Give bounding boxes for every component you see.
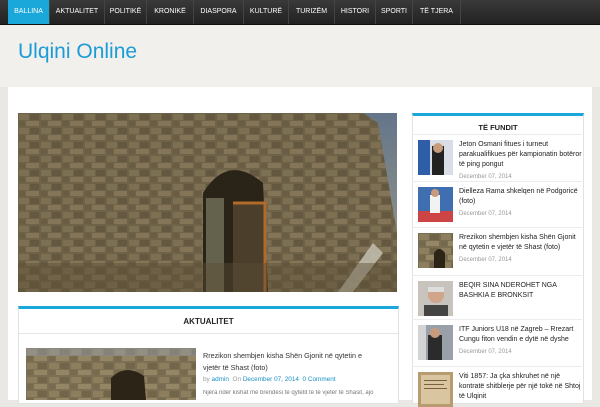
- nav-item-diaspora[interactable]: DIASPORA: [194, 0, 244, 24]
- site-title[interactable]: Ulqini Online: [18, 40, 137, 64]
- stone-ruin-thumbnail: [26, 348, 196, 400]
- post-title[interactable]: Viti 1857: Ja çka shkruhet në një kontra…: [459, 372, 582, 402]
- sidebar-divider: [412, 134, 582, 135]
- sidebar-post[interactable]: BEQIR SINA NDEROHET NGA BASHKIA E BRONKS…: [418, 281, 582, 319]
- sidebar-post[interactable]: Rrezikon shembjen kisha Shën Gjonit në q…: [418, 233, 582, 273]
- nav-item-ballina[interactable]: BALLINA: [8, 0, 50, 24]
- sidebar-post[interactable]: Jeton Osmani fitues i turneut parakualif…: [418, 140, 582, 184]
- section-title: AKTUALITET: [183, 317, 234, 326]
- post-text: Dielleza Rama shkelqen në Podgoricë (fot…: [459, 187, 582, 219]
- table-tennis-photo: [418, 140, 453, 175]
- document-photo: [418, 372, 453, 407]
- nav-item-aktualitet[interactable]: AKTUALITET: [50, 0, 105, 24]
- sidebar-divider: [412, 275, 582, 276]
- post-text: Jeton Osmani fitues i turneut parakualif…: [459, 140, 582, 182]
- sidebar-divider: [412, 366, 582, 367]
- post-title[interactable]: Rrezikon shembjen kisha Shën Gjonit në q…: [459, 233, 582, 253]
- nav-item-politike[interactable]: POLITIKË: [105, 0, 147, 24]
- nav-item-histori[interactable]: HISTORI: [335, 0, 376, 24]
- tennis-player-photo: [418, 325, 453, 360]
- karate-photo: [418, 187, 453, 222]
- nav-item-sporti[interactable]: SPORTI: [376, 0, 413, 24]
- post-thumbnail[interactable]: [418, 233, 453, 268]
- article-date[interactable]: December 07, 2014: [243, 376, 299, 383]
- article-meta: by admin On December 07, 2014 0 Comment: [203, 376, 336, 383]
- post-thumbnail[interactable]: [418, 281, 453, 316]
- post-text: Viti 1857: Ja çka shkruhet në një kontra…: [459, 372, 582, 402]
- stone-ruin-photo: [18, 113, 397, 292]
- article-author[interactable]: admin: [212, 376, 229, 383]
- post-thumbnail[interactable]: [418, 187, 453, 222]
- nav-item-turizem[interactable]: TURIZËM: [289, 0, 335, 24]
- post-text: Rrezikon shembjen kisha Shën Gjonit në q…: [459, 233, 582, 265]
- post-thumbnail[interactable]: [418, 325, 453, 360]
- sidebar-post[interactable]: Viti 1857: Ja çka shkruhet në një kontra…: [418, 372, 582, 407]
- top-navigation: BALLINA AKTUALITET POLITIKË KRONIKË DIAS…: [0, 0, 600, 25]
- nav-item-kronike[interactable]: KRONIKË: [147, 0, 194, 24]
- portrait-photo: [418, 281, 453, 316]
- sidebar-title: TË FUNDIT: [478, 123, 518, 132]
- post-date: December 07, 2014: [459, 211, 512, 217]
- sidebar-post[interactable]: Dielleza Rama shkelqen në Podgoricë (fot…: [418, 187, 582, 227]
- article-comments[interactable]: 0 Comment: [303, 376, 336, 383]
- hero-image[interactable]: [18, 113, 397, 292]
- post-title[interactable]: BEQIR SINA NDEROHET NGA BASHKIA E BRONKS…: [459, 281, 582, 301]
- sidebar-divider: [412, 319, 582, 320]
- post-title[interactable]: ITF Juniors U18 në Zagreb – Rrezart Cung…: [459, 325, 582, 345]
- post-date: December 07, 2014: [459, 257, 512, 263]
- post-date: December 07, 2014: [459, 349, 512, 355]
- nav-item-kulture[interactable]: KULTURË: [244, 0, 289, 24]
- post-thumbnail[interactable]: [418, 372, 453, 407]
- section-divider: [19, 333, 398, 334]
- article-title[interactable]: Rrezikon shembjen kisha Shën Gjonit në q…: [203, 350, 378, 374]
- sidebar-post[interactable]: ITF Juniors U18 në Zagreb – Rrezart Cung…: [418, 325, 582, 365]
- article-excerpt: Njëra ndër kishat më brendësi të qytetit…: [203, 390, 374, 396]
- post-text: ITF Juniors U18 në Zagreb – Rrezart Cung…: [459, 325, 582, 357]
- post-title[interactable]: Jeton Osmani fitues i turneut parakualif…: [459, 140, 582, 170]
- article-thumbnail[interactable]: [26, 348, 196, 400]
- article-by-label: by: [203, 376, 210, 383]
- sidebar-divider: [412, 181, 582, 182]
- ruin-photo: [418, 233, 453, 268]
- article-on-label: On: [232, 376, 242, 383]
- nav-item-te-tjera[interactable]: TË TJERA: [413, 0, 461, 24]
- sidebar-divider: [412, 227, 582, 228]
- post-title[interactable]: Dielleza Rama shkelqen në Podgoricë (fot…: [459, 187, 582, 207]
- post-text: BEQIR SINA NDEROHET NGA BASHKIA E BRONKS…: [459, 281, 582, 301]
- post-thumbnail[interactable]: [418, 140, 453, 175]
